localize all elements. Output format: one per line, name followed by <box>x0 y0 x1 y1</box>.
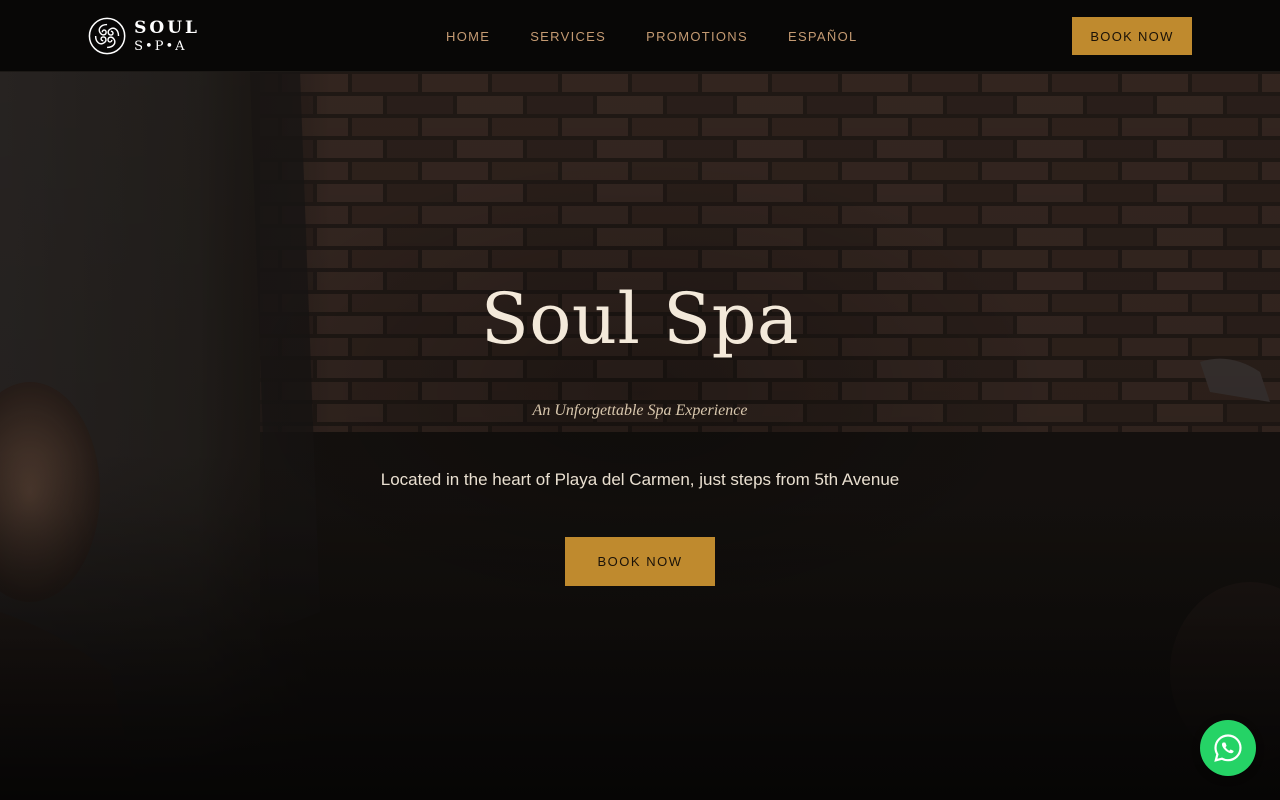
logo-emblem-icon <box>88 17 126 55</box>
hero-subtitle: An Unforgettable Spa Experience <box>532 402 748 419</box>
whatsapp-icon <box>1214 734 1242 762</box>
logo-line-spa: S•P•A <box>134 38 187 54</box>
hero-overlay <box>0 72 1280 800</box>
hero-title: Soul Spa <box>480 278 800 360</box>
main-nav: HOME SERVICES PROMOTIONS ESPAÑOL <box>446 0 898 72</box>
header-book-now-button[interactable]: BOOK NOW <box>1072 17 1192 55</box>
nav-item-home[interactable]: HOME <box>446 29 490 44</box>
nav-item-espanol[interactable]: ESPAÑOL <box>788 29 858 44</box>
soul-spa-logo[interactable]: SOUL S•P•A <box>88 16 200 56</box>
hero-description: Located in the heart of Playa del Carmen… <box>380 470 900 489</box>
site-header: SOUL S•P•A HOME SERVICES PROMOTIONS ESPA… <box>0 0 1280 72</box>
nav-item-services[interactable]: SERVICES <box>530 29 606 44</box>
nav-item-promotions[interactable]: PROMOTIONS <box>646 29 748 44</box>
logo-line-soul: SOUL <box>134 17 200 38</box>
logo-wordmark: SOUL S•P•A <box>134 17 200 54</box>
hero-book-now-button[interactable]: BOOK NOW <box>565 537 715 586</box>
hero-section: Soul Spa An Unforgettable Spa Experience… <box>0 72 1280 800</box>
whatsapp-button[interactable] <box>1200 720 1256 776</box>
